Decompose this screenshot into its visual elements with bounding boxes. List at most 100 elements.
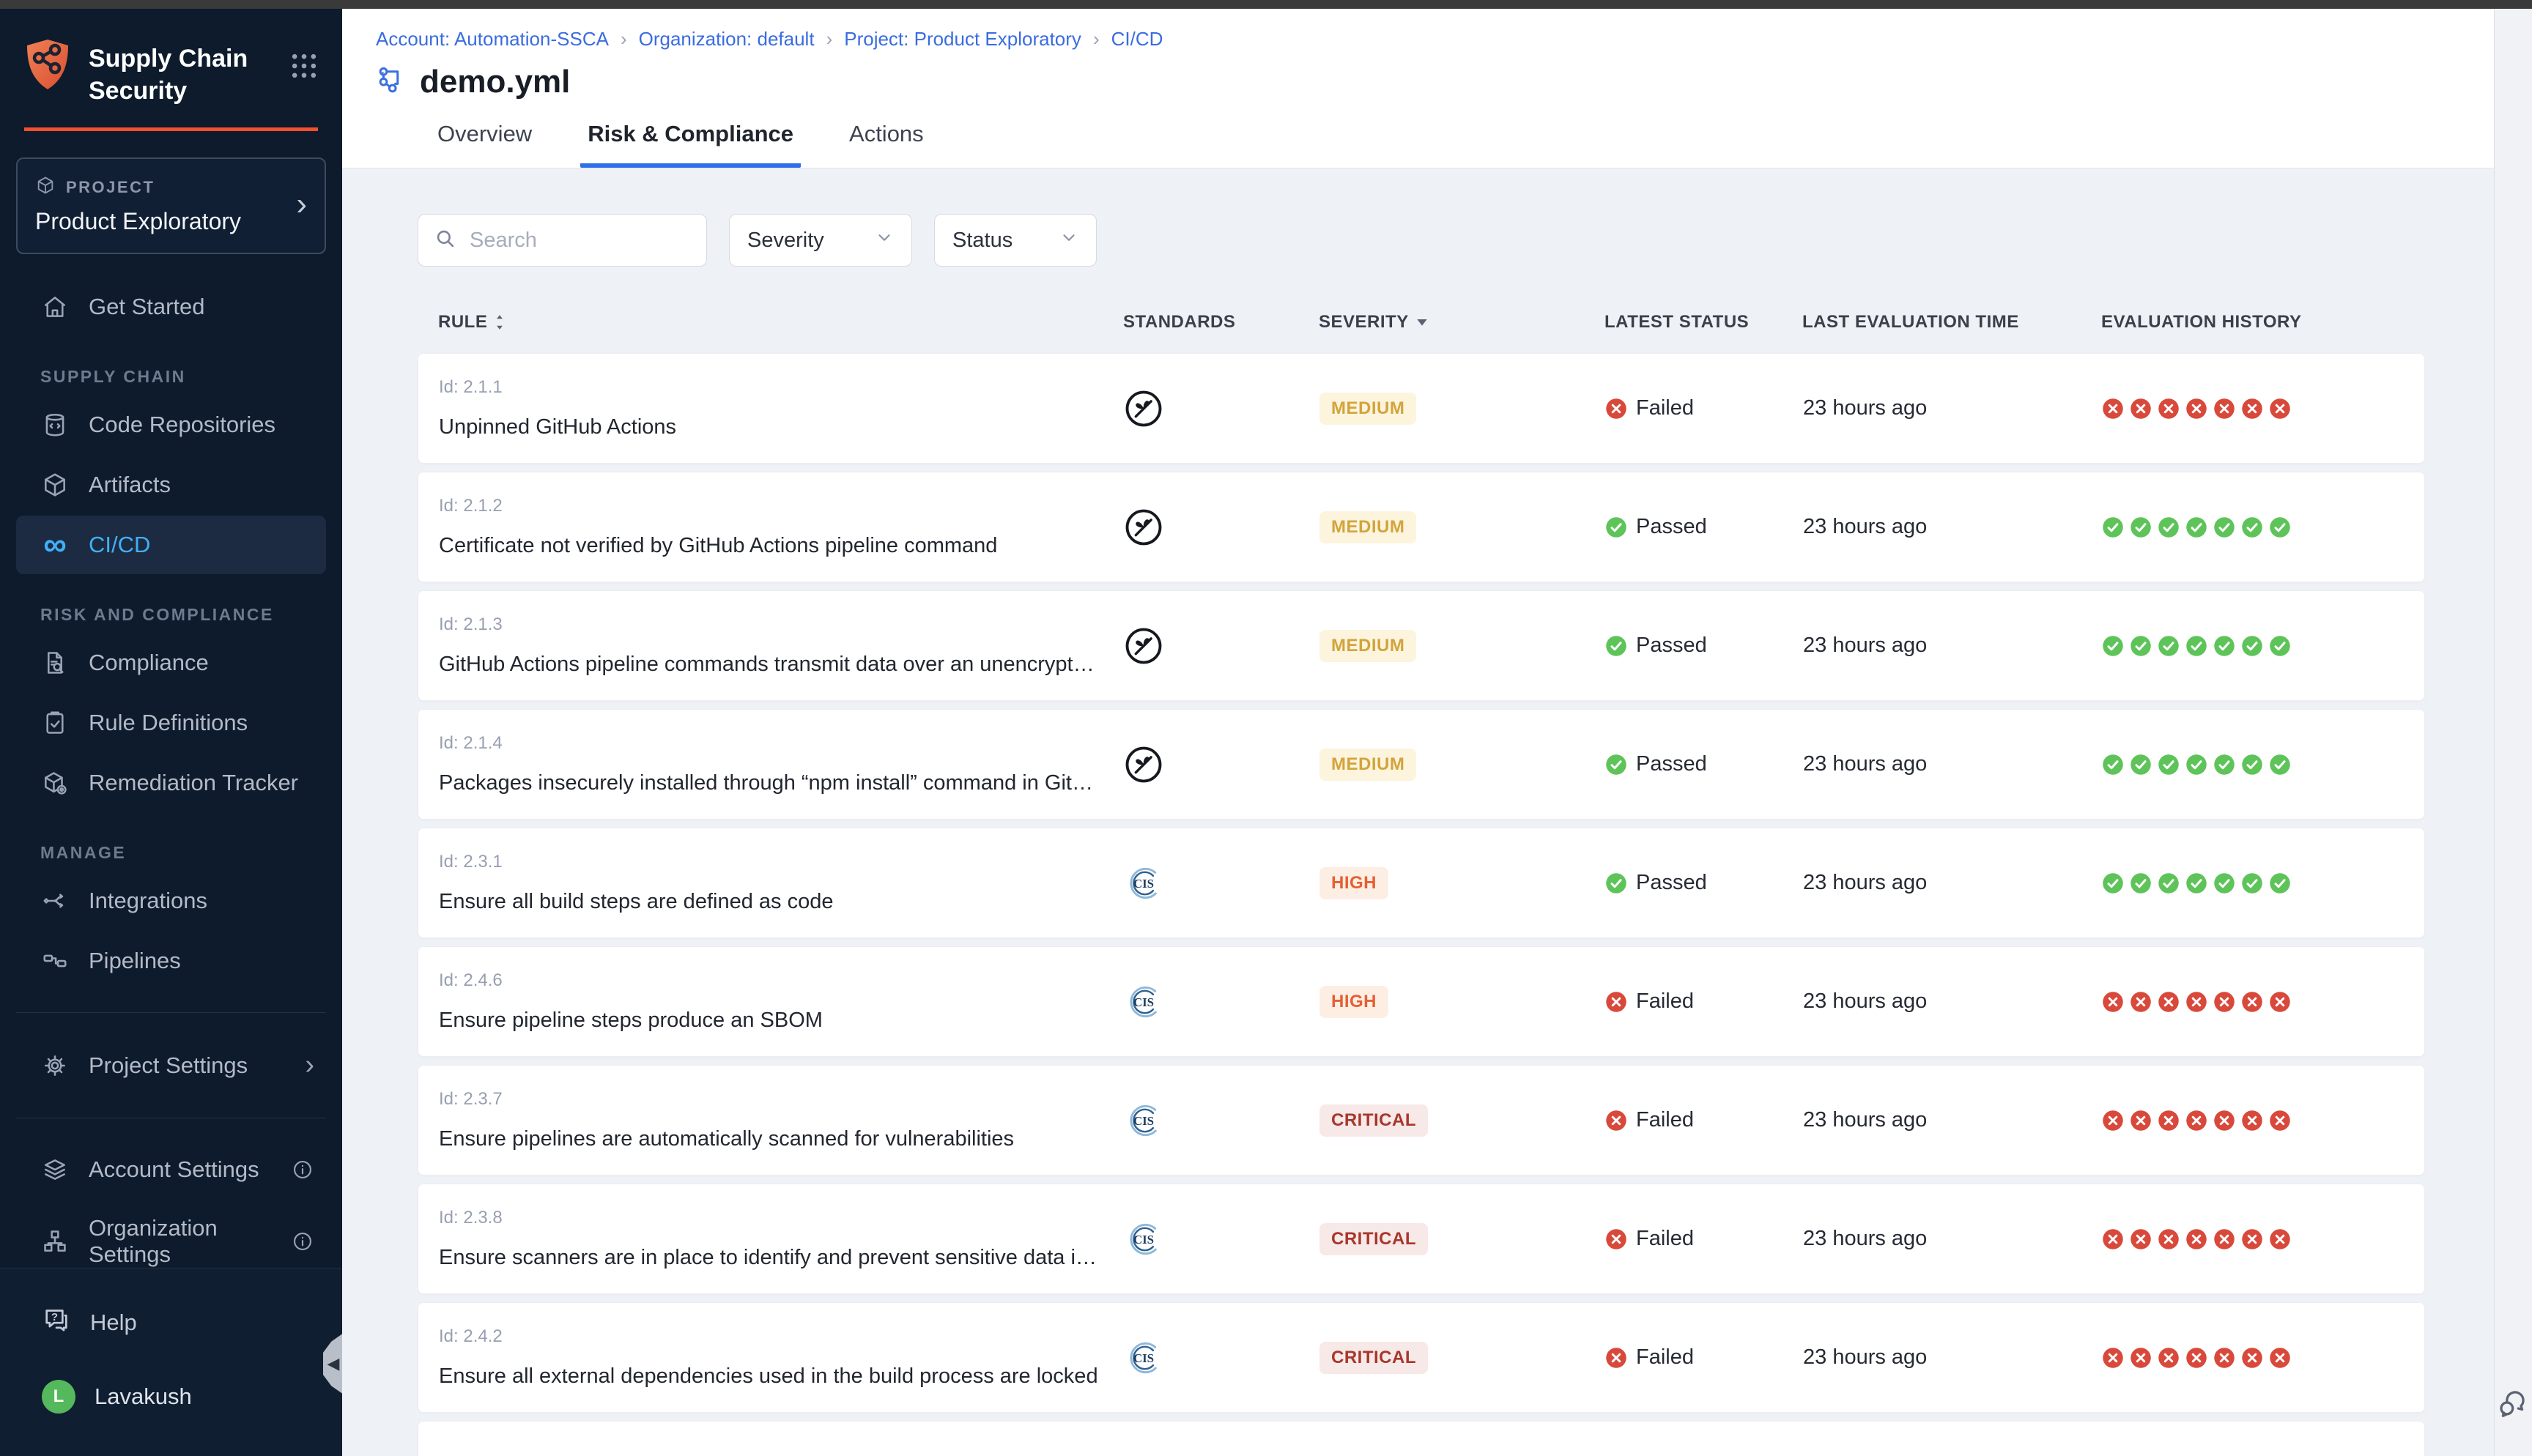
rule-id: Id: 2.3.1	[439, 852, 1102, 872]
history-failed-icon	[2102, 1110, 2124, 1132]
history-failed-icon	[2241, 1110, 2263, 1132]
sidebar-item-account-settings[interactable]: Account Settings	[16, 1140, 326, 1199]
sidebar-item-project-settings[interactable]: Project Settings›	[16, 1035, 326, 1096]
tab-actions[interactable]: Actions	[842, 106, 931, 168]
failed-icon	[1605, 991, 1627, 1013]
history-failed-icon	[2185, 398, 2207, 420]
failed-icon	[1605, 1347, 1627, 1369]
table-row[interactable]: Id: 2.1.2Certificate not verified by Git…	[418, 472, 2425, 582]
filter-dropdowns: Severity Status	[729, 214, 1097, 267]
sidebar-nav: Get Started SUPPLY CHAIN Code Repositories…	[0, 276, 342, 1268]
nav-section-supply-chain: SUPPLY CHAIN	[40, 367, 342, 387]
rule-cell: Id: 2.1.1Unpinned GitHub Actions	[439, 377, 1124, 439]
history-failed-icon	[2213, 1228, 2235, 1250]
sidebar-item-label: Artifacts	[89, 472, 171, 498]
tab-overview[interactable]: Overview	[430, 106, 539, 168]
user-menu[interactable]: L Lavakush	[0, 1368, 342, 1425]
history-failed-icon	[2241, 1228, 2263, 1250]
status-cell: Passed	[1605, 515, 1803, 539]
sort-icon	[495, 313, 505, 331]
status-cell: Failed	[1605, 396, 1803, 420]
severity-cell: HIGH	[1319, 986, 1605, 1018]
column-header-last-evaluation-time[interactable]: LAST EVALUATION TIME	[1802, 312, 2101, 333]
table-row[interactable]: Id: 3.1.7CISCRITICALFailed23 hours ago	[418, 1421, 2425, 1456]
tab-risk-compliance[interactable]: Risk & Compliance	[580, 106, 801, 168]
search-icon	[433, 226, 458, 255]
severity-badge: HIGH	[1319, 986, 1388, 1018]
history-failed-icon	[2213, 1110, 2235, 1132]
table-row[interactable]: Id: 2.3.8Ensure scanners are in place to…	[418, 1184, 2425, 1294]
severity-filter[interactable]: Severity	[729, 214, 912, 267]
history-failed-icon	[2158, 398, 2180, 420]
history-failed-icon	[2185, 1347, 2207, 1369]
table-row[interactable]: Id: 2.1.1Unpinned GitHub ActionsMEDIUMFa…	[418, 353, 2425, 464]
evaluation-history	[2102, 635, 2424, 657]
history-failed-icon	[2241, 398, 2263, 420]
rule-cell: Id: 2.3.7Ensure pipelines are automatica…	[439, 1089, 1124, 1151]
severity-badge: CRITICAL	[1319, 1223, 1428, 1255]
breadcrumb-link-ci-cd[interactable]: CI/CD	[1111, 28, 1163, 51]
sidebar-item-organization-settings[interactable]: Organization Settings	[16, 1200, 326, 1268]
sidebar-item-help[interactable]: ? Help	[0, 1293, 342, 1352]
column-header-rule[interactable]: RULE	[438, 312, 1123, 333]
filter-label: Severity	[747, 229, 824, 253]
sidebar-item-ci-cd[interactable]: ∞CI/CD	[16, 516, 326, 574]
breadcrumb-link-project-product-exploratory[interactable]: Project: Product Exploratory	[844, 28, 1081, 51]
sidebar-item-get-started[interactable]: Get Started	[16, 278, 326, 336]
help-chat-icon: ?	[42, 1305, 71, 1340]
status-cell: Passed	[1605, 752, 1803, 776]
column-header-standards[interactable]: STANDARDS	[1123, 312, 1319, 333]
main-area: Account: Automation-SSCA › Organization: d…	[342, 9, 2494, 1456]
sidebar-item-code-repositories[interactable]: Code Repositories	[16, 395, 326, 454]
table-row[interactable]: Id: 2.4.2Ensure all external dependencie…	[418, 1302, 2425, 1413]
table-row[interactable]: Id: 2.3.7Ensure pipelines are automatica…	[418, 1065, 2425, 1175]
rule-id: Id: 2.1.1	[439, 377, 1102, 398]
status-filter[interactable]: Status	[934, 214, 1097, 267]
evaluation-history	[2102, 872, 2424, 894]
history-passed-icon	[2102, 635, 2124, 657]
history-passed-icon	[2241, 516, 2263, 538]
history-passed-icon	[2158, 872, 2180, 894]
sidebar-item-artifacts[interactable]: Artifacts	[16, 456, 326, 514]
project-selector-name: Product Exploratory	[35, 208, 307, 235]
chevron-down-icon	[875, 228, 894, 253]
sidebar-item-label: Rule Definitions	[89, 710, 248, 736]
table-row[interactable]: Id: 2.4.6Ensure pipeline steps produce a…	[418, 946, 2425, 1057]
history-failed-icon	[2185, 1110, 2207, 1132]
table-row[interactable]: Id: 2.1.4Packages insecurely installed t…	[418, 709, 2425, 820]
sidebar-item-compliance[interactable]: Compliance	[16, 634, 326, 692]
table-row[interactable]: Id: 2.1.3GitHub Actions pipeline command…	[418, 590, 2425, 701]
breadcrumb-separator-icon: ›	[621, 28, 627, 51]
column-header-latest-status[interactable]: LATEST STATUS	[1604, 312, 1802, 333]
search-box	[418, 214, 707, 267]
column-label: EVALUATION HISTORY	[2101, 312, 2301, 333]
sidebar-item-integrations[interactable]: Integrations	[16, 872, 326, 930]
evaluation-history	[2102, 1228, 2424, 1250]
search-input[interactable]	[468, 228, 692, 253]
table-row[interactable]: Id: 2.3.1Ensure all build steps are defi…	[418, 828, 2425, 938]
column-header-severity[interactable]: SEVERITY	[1319, 312, 1604, 333]
breadcrumb-link-account-automation-ssca[interactable]: Account: Automation-SSCA	[376, 28, 609, 51]
right-rail	[2494, 9, 2532, 1456]
severity-cell: HIGH	[1319, 867, 1605, 899]
project-selector-label: PROJECT	[66, 178, 155, 197]
cis-icon: CIS	[1124, 1338, 1319, 1378]
sidebar-item-label: Pipelines	[89, 948, 181, 974]
history-failed-icon	[2130, 1228, 2152, 1250]
sidebar-item-pipelines[interactable]: Pipelines	[16, 932, 326, 990]
breadcrumb-separator-icon: ›	[1093, 28, 1100, 51]
history-failed-icon	[2269, 1347, 2291, 1369]
owasp-icon	[1124, 389, 1319, 428]
project-selector[interactable]: PROJECT Product Exploratory ›	[16, 157, 326, 254]
column-label: LAST EVALUATION TIME	[1802, 312, 2019, 333]
support-chat-icon[interactable]	[2497, 1386, 2531, 1424]
cis-icon: CIS	[1124, 982, 1319, 1022]
rule-cell: Id: 2.1.2Certificate not verified by Git…	[439, 496, 1124, 558]
history-failed-icon	[2158, 991, 2180, 1013]
breadcrumb-link-organization-default[interactable]: Organization: default	[639, 28, 815, 51]
history-failed-icon	[2102, 398, 2124, 420]
module-grid-icon[interactable]	[288, 50, 320, 86]
column-header-evaluation-history[interactable]: EVALUATION HISTORY	[2101, 312, 2425, 333]
sidebar-item-remediation-tracker[interactable]: Remediation Tracker	[16, 754, 326, 812]
sidebar-item-rule-definitions[interactable]: Rule Definitions	[16, 694, 326, 752]
